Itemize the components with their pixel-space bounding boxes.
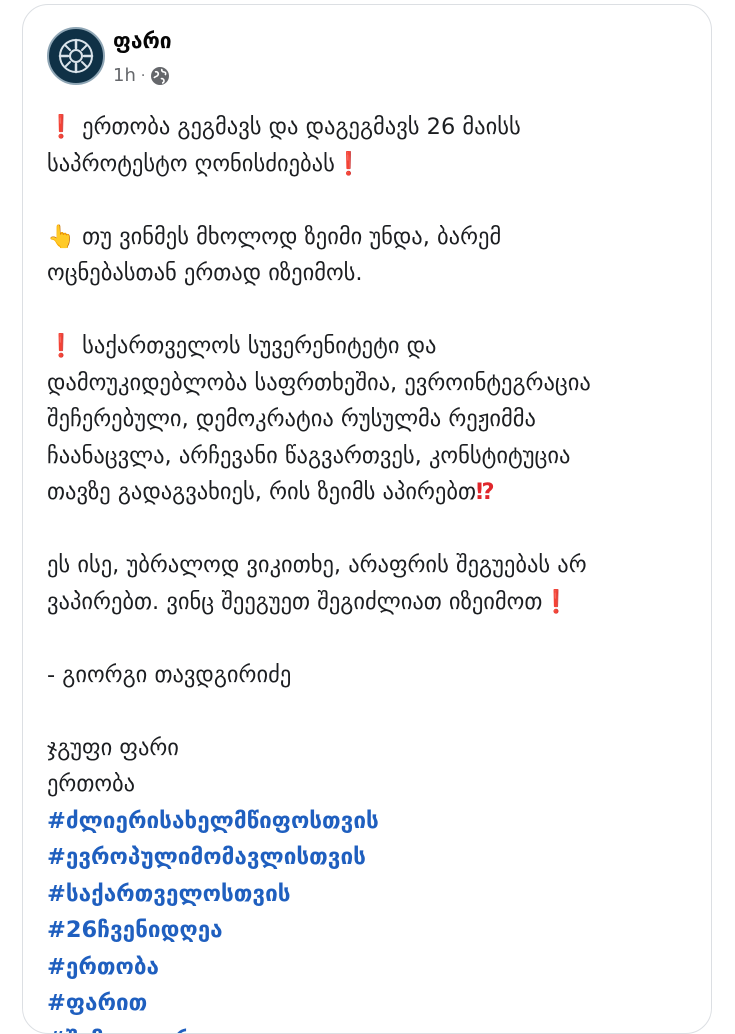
hashtag-link[interactable]: #საქართველოსთვის — [47, 876, 697, 913]
hashtag-link[interactable]: #ევროპულიმომავლისთვის — [47, 839, 697, 876]
exclamation-icon: ❗ — [47, 114, 75, 140]
party-line: ერთობა — [47, 766, 697, 803]
exclamation-icon: ❗ — [47, 333, 75, 359]
exclamation-icon: ❗ — [335, 151, 363, 177]
post-time[interactable]: 1h — [113, 65, 136, 86]
text-line: შეჩერებული, დემოკრატია რუსულმა რეჟიმმა — [47, 401, 697, 438]
hashtag-link[interactable]: #26ჩვენიდღეა — [47, 912, 697, 949]
paragraph-3: ❗ საქართველოს სუვერენიტეტი და დამოუკიდებ… — [47, 328, 697, 511]
exclamation-icon: ❗ — [542, 589, 570, 615]
text-line: თუ ვინმეს მხოლოდ ზეიმი უნდა, ბარემ — [82, 224, 501, 250]
text-line: საპროტესტო ღონისძიებას — [47, 151, 335, 177]
post-card: ფარი 1h · ❗ ერთობა გეგმავს და დაგეგმავს … — [22, 4, 712, 1034]
text-line: ოცნებასთან ერთად იზეიმოს. — [47, 255, 697, 292]
avatar[interactable] — [47, 27, 105, 85]
paragraph-4: ეს ისე, უბრალოდ ვიკითხე, არაფრის შეგუება… — [47, 547, 697, 620]
text-line: საქართველოს სუვერენიტეტი და — [82, 333, 436, 359]
interrobang-icon: ⁉ — [476, 479, 495, 505]
paragraph-2: 👆 თუ ვინმეს მხოლოდ ზეიმი უნდა, ბარემ ოცნ… — [47, 219, 697, 292]
pointing-up-hand-icon: 👆 — [47, 224, 75, 250]
group-line: ჯგუფი ფარი — [47, 730, 697, 767]
text-line: თავზე გადაგვახიეს, რის ზეიმს აპირებთ — [47, 479, 476, 505]
text-line: დამოუკიდებლობა საფრთხეშია, ევროინტეგრაცი… — [47, 365, 697, 402]
separator-dot: · — [141, 68, 145, 84]
text-line: ვაპირებთ. ვინც შეეგუეთ შეგიძლიათ იზეიმოთ — [47, 589, 542, 615]
page-name[interactable]: ფარი — [113, 29, 172, 53]
signature: - გიორგი თავდგირიძე — [47, 657, 697, 694]
hashtag-link[interactable]: #ერთობა — [47, 949, 697, 986]
shield-logo-icon — [56, 36, 96, 76]
post-meta: 1h · — [113, 65, 170, 86]
text-line: ეს ისე, უბრალოდ ვიკითხე, არაფრის შეგუება… — [47, 547, 697, 584]
signature-paragraph: - გიორგი თავდგირიძე — [47, 657, 697, 694]
hashtag-link[interactable]: #ძლიერისახელმწიფოსთვის — [47, 803, 697, 840]
hashtag-link[interactable]: #ფარით — [47, 985, 697, 1022]
hashtag-link[interactable]: #შემოგვიერთდით — [47, 1022, 697, 1034]
text-line: ერთობა გეგმავს და დაგეგმავს 26 მაისს — [82, 114, 521, 140]
globe-icon[interactable] — [150, 66, 170, 86]
text-line: ჩაანაცვლა, არჩევანი წაგვართვეს, კონსტიტუ… — [47, 438, 697, 475]
paragraph-1: ❗ ერთობა გეგმავს და დაგეგმავს 26 მაისს ს… — [47, 109, 697, 182]
closing-block: ჯგუფი ფარი ერთობა #ძლიერისახელმწიფოსთვის… — [47, 730, 697, 1034]
post-body: ❗ ერთობა გეგმავს და დაგეგმავს 26 მაისს ს… — [47, 109, 697, 1034]
